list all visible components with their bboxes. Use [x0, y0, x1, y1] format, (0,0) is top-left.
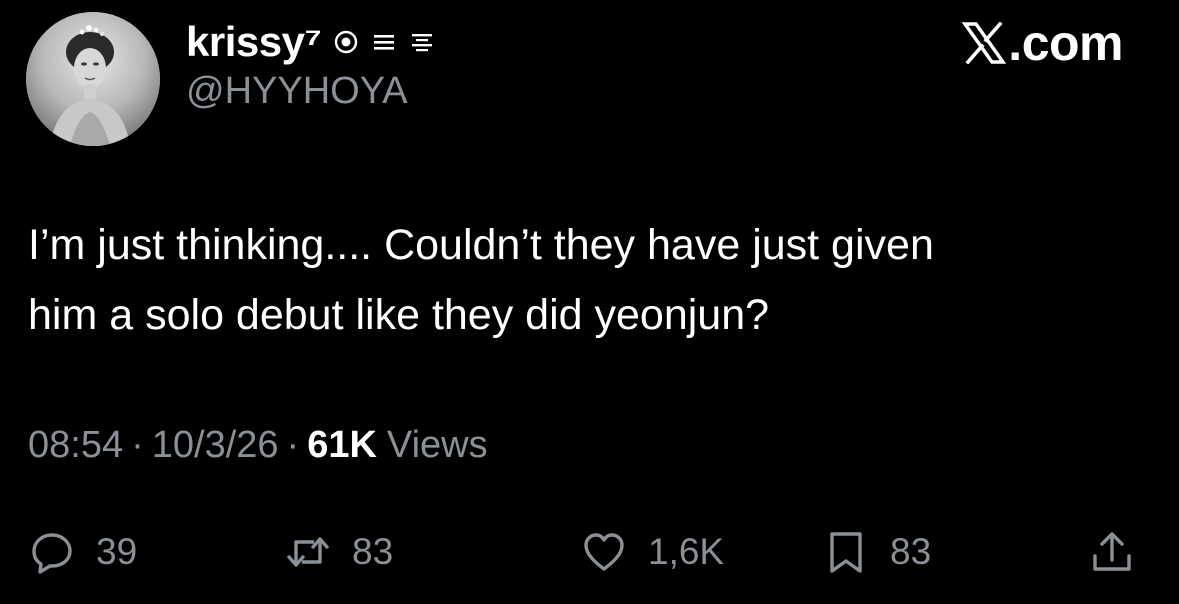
tweet-text: I’m just thinking.... Couldn’t they have… [28, 210, 1148, 350]
repost-count: 83 [352, 531, 394, 572]
tweet-time[interactable]: 08:54 [28, 424, 123, 467]
reply-count: 39 [96, 531, 138, 572]
bookmark-button[interactable]: 83 [824, 522, 931, 582]
tweet-text-line: him a solo debut like they did yeonjun? [28, 291, 770, 339]
avatar[interactable] [26, 12, 160, 146]
like-count: 1,6K [648, 531, 725, 572]
share-icon [1090, 530, 1134, 574]
bookmark-icon [824, 530, 868, 574]
views-label: Views [386, 424, 488, 466]
views-count[interactable]: 61K [307, 424, 377, 467]
tweet-text-line: I’m just thinking.... Couldn’t they have… [28, 221, 934, 269]
author-handle[interactable]: @HYYHOYA [186, 70, 408, 113]
reply-button[interactable]: 39 [30, 522, 137, 582]
avatar-portrait-image [26, 12, 160, 146]
bookmark-count: 83 [890, 531, 932, 572]
reply-icon [30, 530, 74, 574]
meta-separator: · [131, 424, 144, 466]
tweet-card: krissy⁷ @HYYHOYA .com I’m just thinking.… [0, 0, 1179, 604]
action-bar: 39 83 1,6K 83 [0, 522, 1179, 582]
author-name-row: krissy⁷ [186, 16, 435, 68]
x-logo-icon [962, 22, 1007, 64]
list-icon [409, 29, 435, 55]
tweet-date[interactable]: 10/3/26 [152, 424, 279, 467]
target-icon [333, 29, 359, 55]
share-button[interactable] [1090, 522, 1134, 582]
menu-icon [371, 29, 397, 55]
x-brand-logo: .com [962, 14, 1123, 72]
repost-button[interactable]: 83 [286, 522, 393, 582]
repost-icon [286, 530, 330, 574]
like-button[interactable]: 1,6K [582, 522, 724, 582]
meta-separator: · [286, 424, 300, 466]
display-name[interactable]: krissy⁷ [186, 18, 322, 66]
brand-domain: .com [1008, 15, 1123, 71]
heart-icon [582, 530, 626, 574]
tweet-meta: 08:54 · 10/3/26 · 61K Views [28, 424, 488, 467]
